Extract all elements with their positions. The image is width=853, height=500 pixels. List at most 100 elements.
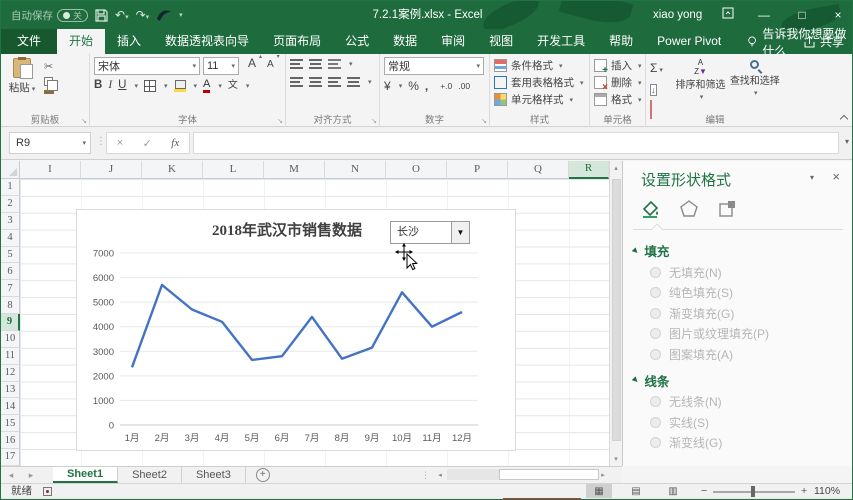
- underline-button[interactable]: U: [118, 80, 126, 92]
- scroll-down-icon[interactable]: ▾: [610, 455, 622, 463]
- dialog-launcher-icon[interactable]: ↘: [81, 117, 87, 125]
- scroll-left-icon[interactable]: ◂: [433, 471, 447, 479]
- horizontal-scrollbar[interactable]: ◂ ▸: [433, 468, 610, 481]
- column-header-L[interactable]: L: [203, 161, 264, 179]
- horizontal-scroll-track[interactable]: [447, 469, 596, 480]
- increase-decimal-button[interactable]: +.0: [440, 81, 452, 91]
- format-as-table-button[interactable]: 套用表格格式▾: [494, 74, 585, 91]
- collapse-ribbon-button[interactable]: [840, 114, 848, 122]
- tab-help[interactable]: 帮助: [597, 29, 645, 54]
- column-header-Q[interactable]: Q: [508, 161, 569, 179]
- resize-dots-icon[interactable]: ⋮: [96, 136, 106, 147]
- row-header-8[interactable]: 8: [1, 297, 19, 314]
- zoom-slider-thumb[interactable]: [751, 486, 755, 497]
- zoom-in-button[interactable]: +: [801, 484, 807, 499]
- pane-option-fill-1[interactable]: 纯色填充(S): [650, 283, 853, 304]
- insert-cells-button[interactable]: 插入▾: [594, 57, 641, 74]
- fill-button[interactable]: ↓: [650, 80, 671, 98]
- row-header-17[interactable]: 17: [1, 449, 19, 466]
- column-header-I[interactable]: I: [20, 161, 81, 179]
- row-header-2[interactable]: 2: [1, 196, 19, 213]
- next-sheet-button[interactable]: ▸: [21, 467, 41, 483]
- accounting-format-button[interactable]: ¥: [384, 79, 391, 93]
- sheet-tab-sheet1[interactable]: Sheet1: [53, 467, 118, 483]
- prev-sheet-button[interactable]: ◂: [1, 467, 21, 483]
- tab-file[interactable]: 文件: [1, 29, 57, 54]
- decrease-decimal-button[interactable]: .00: [458, 81, 470, 91]
- tab-pivot-wizard[interactable]: 数据透视表向导: [153, 29, 261, 54]
- chart-object[interactable]: 2018年武汉市销售数据 长沙 ▼ 0100020003000400050006…: [76, 209, 516, 451]
- normal-view-button[interactable]: ▦: [586, 484, 612, 499]
- wrap-text-button[interactable]: [328, 59, 341, 69]
- zoom-level[interactable]: 110%: [814, 484, 840, 499]
- zoom-out-button[interactable]: −: [701, 484, 707, 499]
- ribbon-display-options-button[interactable]: [713, 1, 743, 29]
- autosum-button[interactable]: Σ▾: [650, 59, 671, 77]
- comma-style-button[interactable]: ,: [425, 79, 428, 93]
- align-middle-button[interactable]: [309, 59, 322, 69]
- pane-option-fill-4[interactable]: 图案填充(A): [650, 344, 853, 365]
- column-header-R[interactable]: R: [569, 161, 609, 179]
- macro-record-icon[interactable]: [43, 487, 52, 496]
- pane-option-fill-0[interactable]: 无填充(N): [650, 262, 853, 283]
- name-box[interactable]: R9▾: [9, 132, 91, 154]
- font-color-button[interactable]: A: [203, 79, 210, 93]
- sheet-tab-sheet3[interactable]: Sheet3: [182, 467, 246, 483]
- dialog-launcher-icon[interactable]: ↘: [481, 117, 487, 125]
- account-user-name[interactable]: xiao yong: [653, 1, 702, 29]
- row-header-6[interactable]: 6: [1, 263, 19, 280]
- pane-option-fill-3[interactable]: 图片或纹理填充(P): [650, 324, 853, 345]
- font-name-select[interactable]: 宋体▾: [94, 57, 200, 75]
- bold-button[interactable]: B: [94, 80, 102, 92]
- horizontal-scroll-thumb[interactable]: [499, 469, 599, 480]
- row-header-13[interactable]: 13: [1, 382, 19, 399]
- row-header-16[interactable]: 16: [1, 432, 19, 449]
- align-top-button[interactable]: [290, 59, 303, 69]
- shrink-font-button[interactable]: A▾: [267, 57, 274, 75]
- column-header-J[interactable]: J: [81, 161, 142, 179]
- paste-button[interactable]: 粘贴▾: [5, 57, 39, 113]
- pane-close-button[interactable]: ×: [832, 169, 840, 184]
- select-all-corner[interactable]: [1, 161, 20, 179]
- pane-option-line-0[interactable]: 无线条(N): [650, 392, 853, 413]
- percent-style-button[interactable]: %: [408, 79, 419, 93]
- confirm-entry-button[interactable]: ✓: [143, 137, 152, 150]
- tab-developer[interactable]: 开发工具: [525, 29, 597, 54]
- pane-option-line-1[interactable]: 实线(S): [650, 412, 853, 433]
- pane-section-fill[interactable]: ▶填充: [633, 241, 853, 260]
- pane-section-line[interactable]: ▶线条: [633, 371, 853, 390]
- row-header-9[interactable]: 9: [1, 314, 20, 331]
- pane-menu-icon[interactable]: ▾: [810, 173, 814, 182]
- row-header-4[interactable]: 4: [1, 230, 19, 247]
- cut-icon[interactable]: ✂: [44, 60, 54, 73]
- format-cells-button[interactable]: 格式▾: [594, 91, 641, 108]
- cancel-entry-button[interactable]: ×: [117, 137, 123, 149]
- row-header-1[interactable]: 1: [1, 179, 19, 196]
- fill-line-tab-icon[interactable]: [641, 199, 661, 219]
- tab-formulas[interactable]: 公式: [333, 29, 381, 54]
- column-header-M[interactable]: M: [264, 161, 325, 179]
- page-break-view-button[interactable]: ▥: [660, 484, 686, 499]
- size-properties-tab-icon[interactable]: [717, 199, 737, 219]
- number-format-select[interactable]: 常规▾: [384, 57, 484, 75]
- dialog-launcher-icon[interactable]: ↘: [277, 117, 283, 125]
- sheet-tab-sheet2[interactable]: Sheet2: [118, 467, 182, 483]
- delete-cells-button[interactable]: 删除▾: [594, 74, 641, 91]
- vertical-scroll-thumb[interactable]: [612, 179, 621, 441]
- row-header-15[interactable]: 15: [1, 415, 19, 432]
- find-select-button[interactable]: 查找和选择▾: [730, 57, 780, 113]
- dialog-launcher-icon[interactable]: ↘: [371, 117, 377, 125]
- tab-home[interactable]: 开始: [57, 29, 105, 54]
- row-header-11[interactable]: 11: [1, 348, 19, 365]
- column-header-P[interactable]: P: [447, 161, 508, 179]
- italic-button[interactable]: I: [108, 80, 112, 92]
- tab-view[interactable]: 视图: [477, 29, 525, 54]
- column-header-K[interactable]: K: [142, 161, 203, 179]
- row-header-7[interactable]: 7: [1, 280, 19, 297]
- column-header-O[interactable]: O: [386, 161, 447, 179]
- insert-function-button[interactable]: fx: [171, 137, 179, 149]
- grow-font-button[interactable]: A▴: [248, 57, 256, 75]
- page-layout-view-button[interactable]: ▤: [623, 484, 649, 499]
- align-center-button[interactable]: [309, 77, 322, 87]
- chart-line-series[interactable]: [132, 285, 462, 367]
